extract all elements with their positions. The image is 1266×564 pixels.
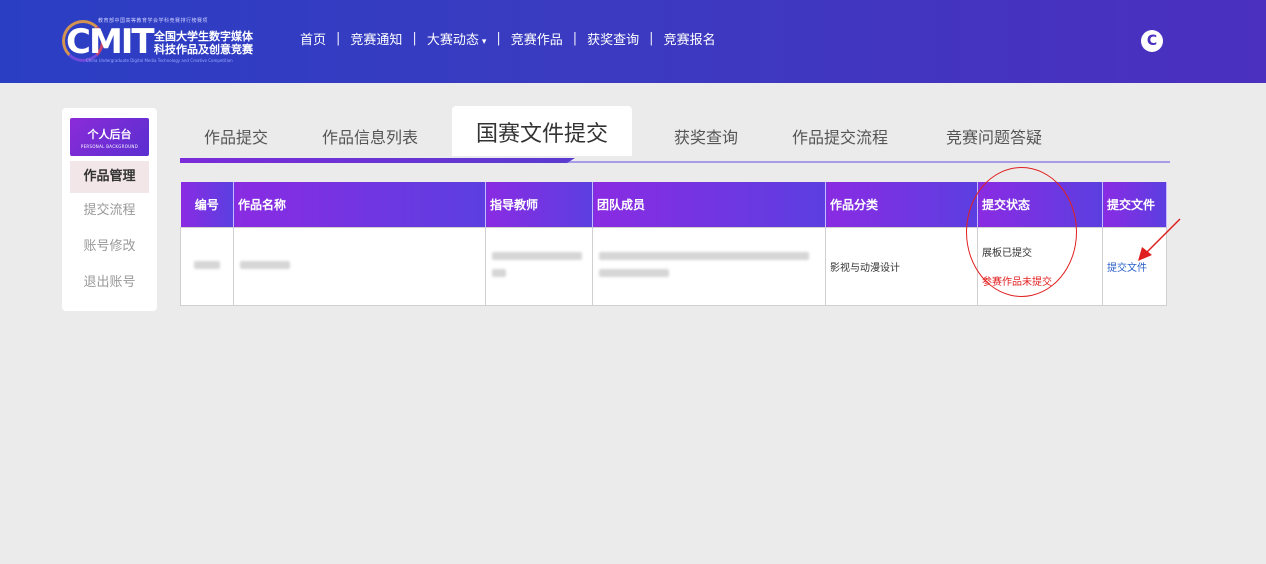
annotation-arrow-icon — [1138, 218, 1181, 261]
nav-separator: | — [412, 31, 417, 46]
cell-title-redacted — [233, 226, 486, 306]
site-logo[interactable]: 教育部中国高等教育学会学科竞赛排行榜赛项 CMIT 全国大学生数字媒体 科技作品… — [62, 14, 272, 70]
status-panel-submitted: 展板已提交 — [982, 248, 1032, 259]
col-header-title: 作品名称 — [233, 182, 486, 227]
nav-register[interactable]: 竞赛报名 — [664, 29, 716, 48]
col-header-members: 团队成员 — [592, 182, 826, 227]
tab-submit-work[interactable]: 作品提交 — [204, 124, 268, 148]
table-header-row: 编号 作品名称 指导教师 团队成员 作品分类 提交状态 提交文件 — [180, 182, 1167, 227]
logo-title-line2: 科技作品及创意竞赛 — [154, 43, 253, 56]
tab-submit-process[interactable]: 作品提交流程 — [792, 124, 888, 148]
sidebar-header-title: 个人后台 — [87, 128, 132, 141]
logo-chinese-title: 全国大学生数字媒体 科技作品及创意竞赛 — [154, 30, 253, 56]
col-header-id: 编号 — [180, 182, 234, 227]
nav-news-label: 大赛动态 — [426, 33, 479, 48]
tab-bar: 作品提交 作品信息列表 国赛文件提交 获奖查询 作品提交流程 竞赛问题答疑 — [180, 106, 1170, 163]
table-row: 影视与动漫设计 展板已提交 参赛作品未提交 提交文件 — [180, 226, 1167, 306]
sidebar-item-account[interactable]: 账号修改 — [70, 231, 149, 263]
col-header-advisor: 指导教师 — [485, 182, 593, 227]
main-nav: 首页 | 竞赛通知 | 大赛动态 ▾ | 竞赛作品 | 获奖查询 | 竞赛报名 — [300, 29, 716, 48]
works-table: 编号 作品名称 指导教师 团队成员 作品分类 提交状态 提交文件 影视与动漫设计… — [180, 182, 1167, 306]
sidebar-item-process[interactable]: 提交流程 — [70, 195, 149, 227]
user-avatar[interactable]: C — [1141, 30, 1163, 52]
cell-members-redacted — [592, 226, 826, 306]
nav-notices[interactable]: 竞赛通知 — [350, 29, 402, 48]
nav-news[interactable]: 大赛动态 ▾ — [427, 29, 487, 48]
status-work-not-submitted: 参赛作品未提交 — [982, 277, 1052, 288]
nav-separator: | — [336, 31, 341, 46]
caret-down-icon: ▾ — [481, 37, 487, 47]
sidebar-item-logout[interactable]: 退出账号 — [70, 267, 149, 299]
sidebar-header-subtitle: PERSONAL BACKGROUND — [80, 144, 139, 149]
tab-active-indicator — [180, 158, 575, 163]
cell-advisor-redacted — [485, 226, 593, 306]
sidebar-item-works[interactable]: 作品管理 — [70, 161, 149, 193]
nav-awards[interactable]: 获奖查询 — [587, 29, 639, 48]
tab-national-files[interactable]: 国赛文件提交 — [452, 106, 633, 156]
cell-status: 展板已提交 参赛作品未提交 — [977, 226, 1103, 306]
sidebar-header: 个人后台 PERSONAL BACKGROUND — [70, 118, 149, 156]
tab-faq[interactable]: 竞赛问题答疑 — [946, 124, 1042, 148]
tab-work-list[interactable]: 作品信息列表 — [322, 124, 418, 148]
top-header: 教育部中国高等教育学会学科竞赛排行榜赛项 CMIT 全国大学生数字媒体 科技作品… — [0, 0, 1266, 83]
logo-wordmark: CMIT — [66, 22, 155, 62]
col-header-category: 作品分类 — [825, 182, 978, 227]
sidebar: 个人后台 PERSONAL BACKGROUND 作品管理 提交流程 账号修改 … — [62, 108, 157, 311]
nav-home[interactable]: 首页 — [300, 29, 326, 48]
cell-category: 影视与动漫设计 — [825, 226, 978, 306]
col-header-status: 提交状态 — [977, 182, 1103, 227]
nav-works[interactable]: 竞赛作品 — [511, 29, 563, 48]
cell-id-redacted — [180, 226, 234, 306]
logo-title-line1: 全国大学生数字媒体 — [154, 30, 253, 43]
tab-awards[interactable]: 获奖查询 — [674, 124, 738, 148]
nav-separator: | — [496, 31, 501, 46]
logo-english-text: China Undergraduate Digital Media Techno… — [86, 58, 233, 63]
nav-separator: | — [572, 31, 578, 46]
nav-separator: | — [649, 31, 654, 46]
